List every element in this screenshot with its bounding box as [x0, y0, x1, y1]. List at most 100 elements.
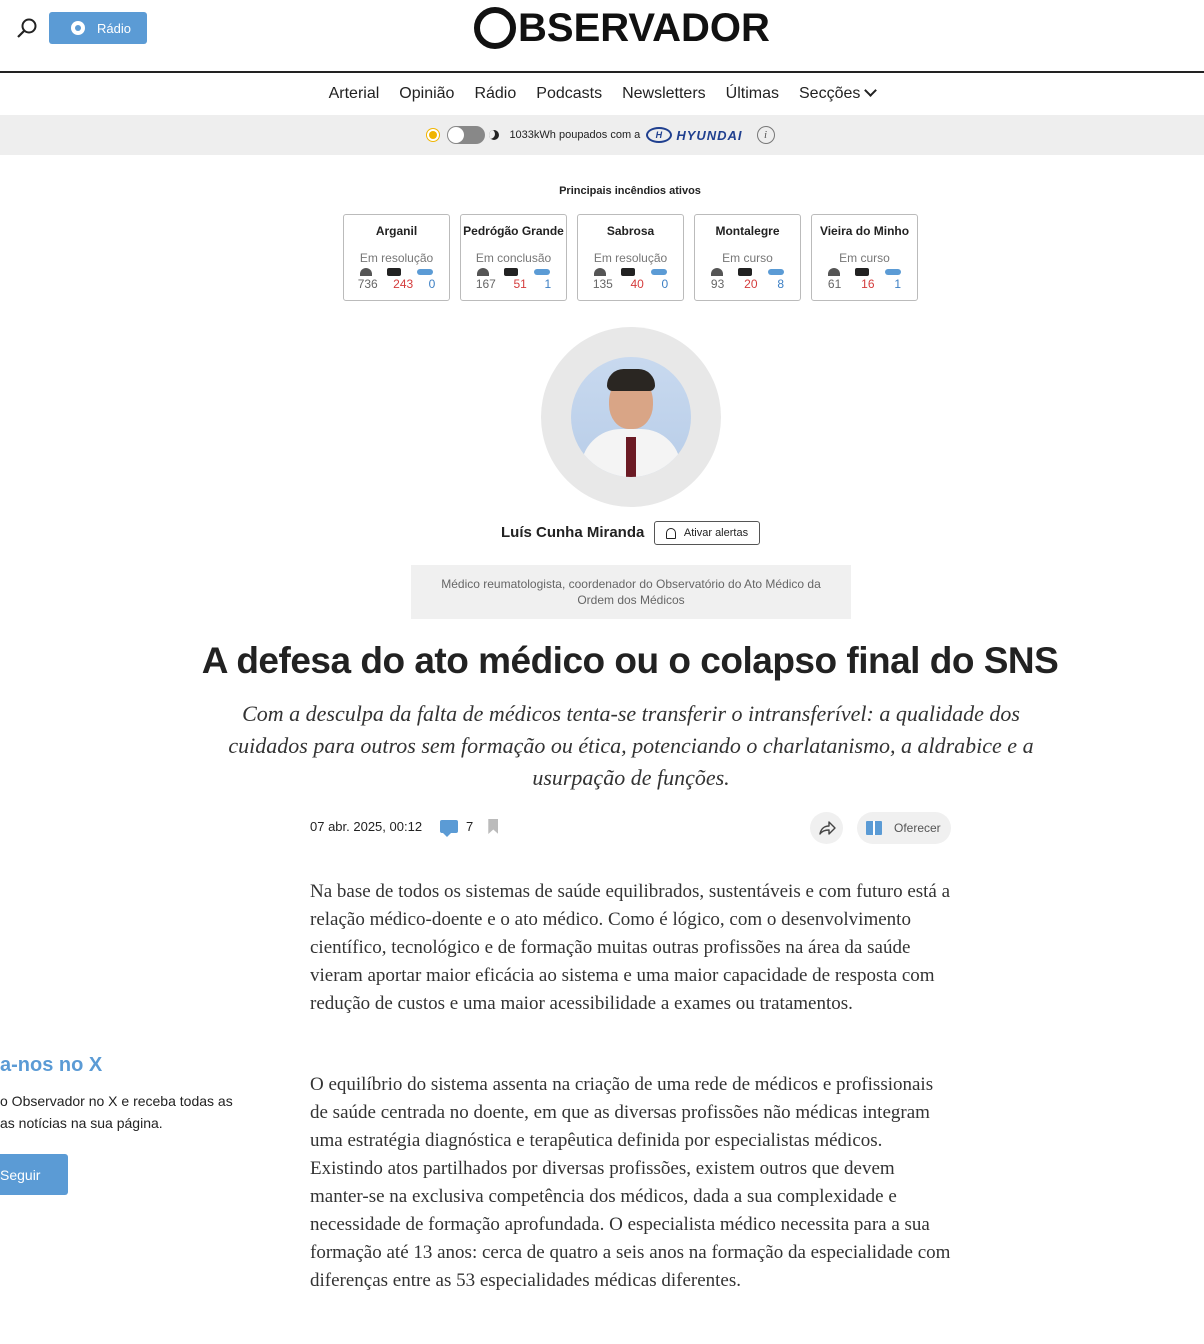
offer-label: Oferecer [894, 821, 941, 835]
publish-date: 07 abr. 2025, 00:12 [310, 819, 423, 834]
article-paragraph: O equilíbrio do sistema assenta na criaç… [310, 1074, 951, 1291]
fire-card[interactable]: Sabrosa Em resolução 135 40 0 [577, 214, 684, 301]
fire-trucks: 16 [861, 277, 875, 291]
truck-icon [621, 268, 636, 276]
firefighters-icon [710, 268, 723, 276]
fire-status: Em resolução [593, 251, 668, 265]
fire-trucks: 20 [744, 277, 758, 291]
dark-mode-toggle[interactable] [447, 126, 486, 144]
fire-air: 1 [894, 277, 902, 291]
article-paragraph: Na base de todos os sistemas de saúde eq… [310, 881, 951, 1014]
nav-item-newsletters[interactable]: Newsletters [622, 85, 706, 103]
article-meta: 07 abr. 2025, 00:12 7 [310, 819, 499, 837]
nav-item-ultimas[interactable]: Últimas [726, 85, 779, 103]
fire-air: 0 [661, 277, 669, 291]
logo-text: BSERVADOR [518, 5, 770, 50]
share-button[interactable] [810, 812, 843, 844]
fire-air: 8 [777, 277, 785, 291]
truck-icon [504, 268, 519, 276]
fire-name: Montalegre [715, 224, 780, 238]
moon-icon [489, 130, 500, 140]
truck-icon [738, 268, 753, 276]
helicopter-icon [417, 269, 434, 275]
fire-air: 1 [544, 277, 552, 291]
bell-icon [665, 527, 676, 539]
firefighters-icon [359, 268, 372, 276]
nav-item-seccoes[interactable]: Secções [799, 84, 878, 103]
truck-icon [855, 268, 870, 276]
fires-title: Principais incêndios ativos [559, 185, 701, 197]
offer-article-button[interactable]: Oferecer [857, 812, 951, 844]
fire-name: Arganil [375, 224, 418, 238]
search-icon[interactable] [16, 16, 40, 40]
energy-saved-text: 1033kWh poupados com a [509, 129, 641, 141]
follow-x-button[interactable]: Seguir [0, 1154, 68, 1195]
firefighters-icon [476, 268, 489, 276]
info-icon[interactable]: i [756, 126, 775, 144]
main-nav: Arterial Opinião Rádio Podcasts Newslett… [0, 73, 1204, 115]
author-bio-text: Médico reumatologista, coordenador do Ob… [441, 577, 821, 607]
fire-card[interactable]: Pedrógão Grande Em conclusão 167 51 1 [460, 214, 567, 301]
article-lead: Com a desculpa da falta de médicos tenta… [228, 701, 1034, 790]
article-headline: A defesa do ato médico ou o colapso fina… [201, 640, 1059, 681]
radio-icon [71, 21, 85, 35]
fire-air: 0 [428, 277, 436, 291]
helicopter-icon [651, 269, 668, 275]
fire-people: 135 [592, 277, 613, 291]
firefighters-icon [827, 268, 840, 276]
hyundai-h-icon: H [646, 127, 673, 143]
radio-button[interactable]: Rádio [49, 12, 147, 44]
fire-trucks: 40 [630, 277, 644, 291]
author-name[interactable]: Luís Cunha Miranda [501, 524, 644, 541]
logo-o-icon [474, 7, 516, 49]
share-icon [818, 821, 836, 835]
site-logo[interactable]: BSERVADOR [474, 6, 770, 50]
bookmark-icon[interactable] [488, 819, 499, 834]
fire-people: 736 [357, 277, 378, 291]
fire-status: Em conclusão [475, 251, 552, 265]
helicopter-icon [768, 269, 785, 275]
fire-status: Em curso [722, 251, 773, 265]
fire-trucks: 51 [513, 277, 527, 291]
follow-label: Seguir [0, 1166, 41, 1183]
helicopter-icon [885, 269, 902, 275]
firefighters-icon [593, 268, 606, 276]
fire-people: 93 [710, 277, 725, 291]
author-avatar[interactable] [571, 357, 691, 477]
author-bio: Médico reumatologista, coordenador do Ob… [411, 565, 851, 619]
gift-icon [866, 821, 882, 835]
nav-item-arterial[interactable]: Arterial [329, 85, 380, 103]
fire-status: Em curso [839, 251, 890, 265]
enable-alerts-button[interactable]: Ativar alertas [654, 521, 760, 545]
fire-people: 167 [475, 277, 496, 291]
radio-label: Rádio [97, 20, 131, 36]
fire-card[interactable]: Vieira do Minho Em curso 61 16 1 [811, 214, 918, 301]
top-bar: Rádio BSERVADOR [0, 0, 1204, 73]
eco-banner: 1033kWh poupados com a H HYUNDAI i [0, 115, 1204, 155]
avatar-tie [626, 437, 636, 477]
comment-count[interactable]: 7 [466, 819, 473, 834]
x-promo-text: o Observador no X e receba todas as as n… [0, 1093, 233, 1131]
fire-people: 61 [827, 277, 842, 291]
hyundai-logo: H HYUNDAI [646, 127, 742, 143]
chevron-down-icon [864, 84, 878, 97]
fire-trucks: 243 [393, 277, 414, 291]
comment-icon[interactable] [440, 820, 459, 837]
fire-name: Vieira do Minho [819, 224, 910, 238]
nav-item-podcasts[interactable]: Podcasts [536, 85, 602, 103]
enable-alerts-label: Ativar alertas [683, 527, 749, 539]
fire-name: Sabrosa [606, 224, 655, 238]
helicopter-icon [534, 269, 551, 275]
nav-item-radio[interactable]: Rádio [474, 85, 516, 103]
sun-icon [429, 131, 438, 139]
fire-status: Em resolução [359, 251, 434, 265]
avatar-hair [607, 369, 655, 391]
fire-card[interactable]: Montalegre Em curso 93 20 8 [694, 214, 801, 301]
nav-item-opiniao[interactable]: Opinião [399, 85, 454, 103]
hyundai-brand: HYUNDAI [676, 127, 743, 143]
x-promo-title: a-nos no X [0, 1054, 103, 1076]
fire-card[interactable]: Arganil Em resolução 736 243 0 [343, 214, 450, 301]
fire-name: Pedrógão Grande [463, 224, 564, 238]
truck-icon [387, 268, 402, 276]
nav-item-seccoes-label: Secções [799, 85, 861, 102]
